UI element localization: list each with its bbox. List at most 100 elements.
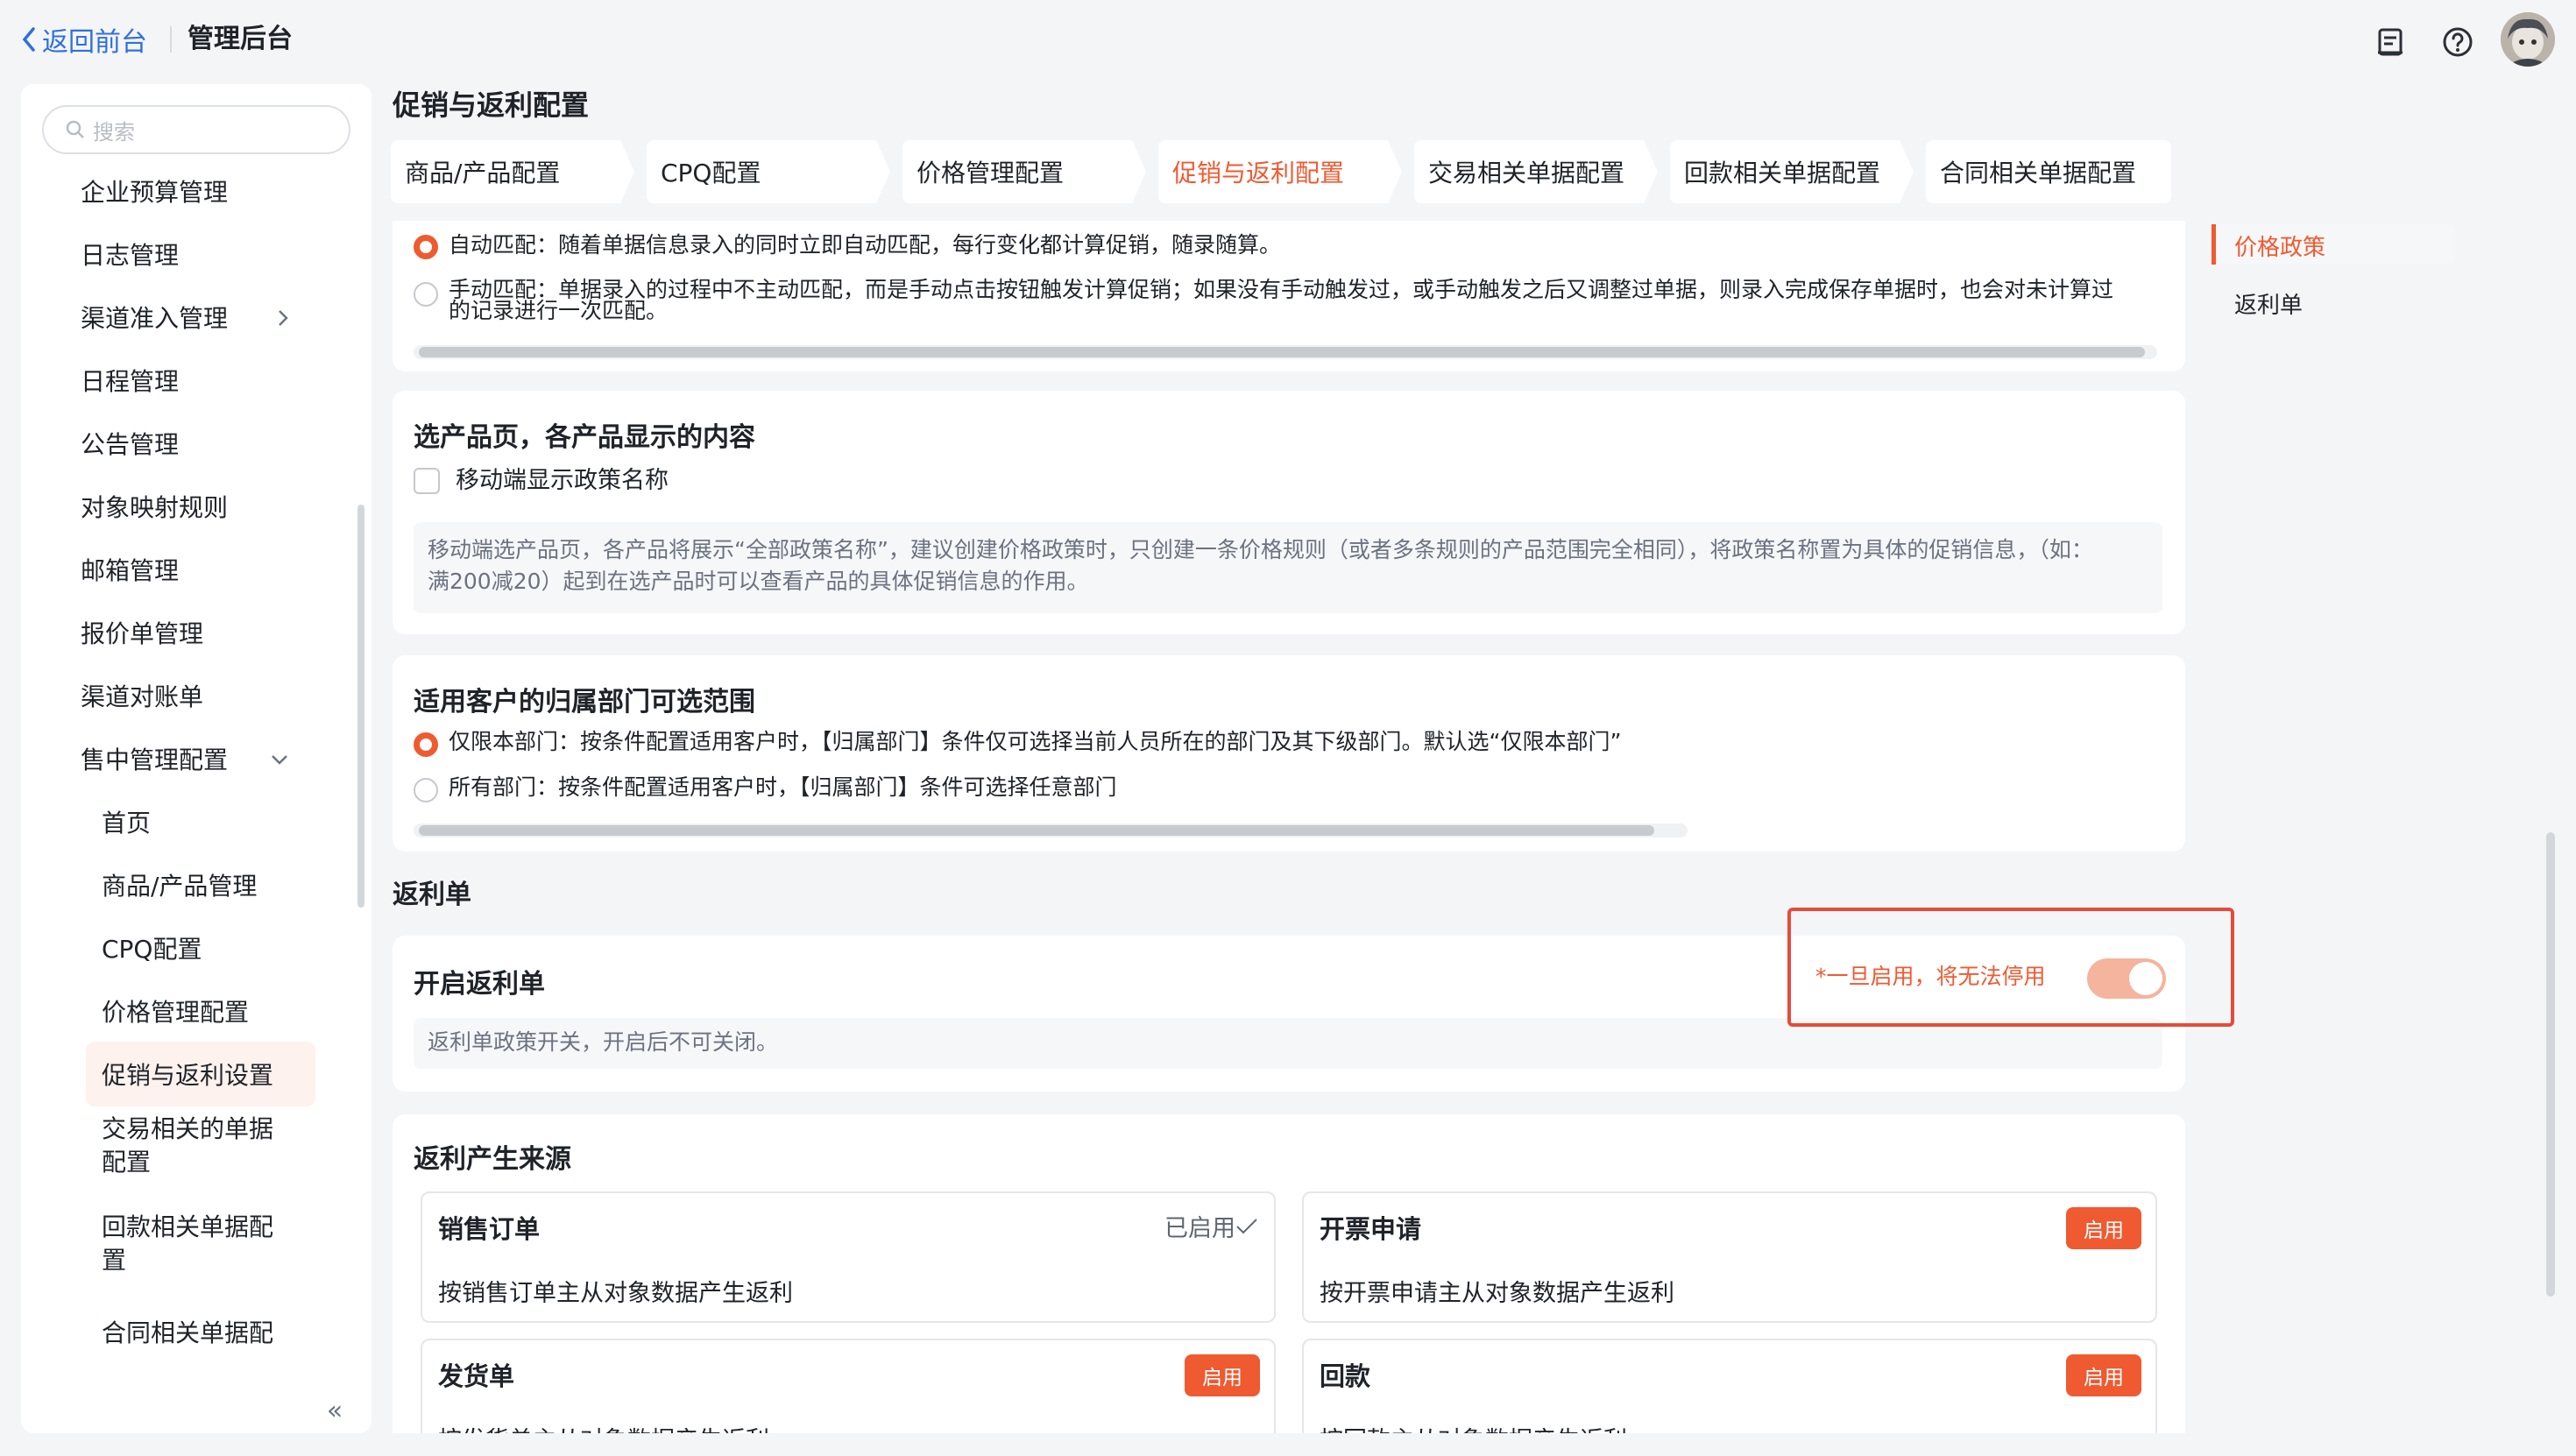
sidebar-subitem-price[interactable]: 价格管理配置 <box>21 983 354 1039</box>
scroll-thumb[interactable] <box>419 825 1654 836</box>
sidebar-subitem-cpq[interactable]: CPQ配置 <box>21 920 354 976</box>
sidebar-item-label: 日志管理 <box>81 241 180 270</box>
source-card-sales-order: 销售订单 已启用 按销售订单主从对象数据产生返利 <box>421 1191 1276 1323</box>
card-title: 开启返利单 <box>414 969 545 1000</box>
tab-promotion-rebate-config[interactable]: 促销与返利配置 <box>1158 140 1402 203</box>
sidebar-item-label: 公告管理 <box>81 430 180 459</box>
auto-match-radio[interactable] <box>414 235 438 259</box>
source-desc: 按销售订单主从对象数据产生返利 <box>438 1280 793 1307</box>
checkbox-label: 移动端显示政策名称 <box>456 467 669 494</box>
enable-button[interactable]: 启用 <box>2066 1354 2141 1396</box>
sidebar-item-label: 企业预算管理 <box>81 178 229 207</box>
sidebar-item-label: 渠道对账单 <box>81 682 204 711</box>
enable-button[interactable]: 启用 <box>1185 1354 1260 1396</box>
chevron-down-icon <box>272 755 287 765</box>
tab-label: 价格管理配置 <box>916 159 1065 187</box>
anchor-rebate[interactable]: 返利单 <box>2234 287 2303 320</box>
enable-rebate-toggle[interactable] <box>2087 958 2166 999</box>
sidebar-item-object-mapping[interactable]: 对象映射规则 <box>21 478 354 534</box>
anchor-price-policy[interactable]: 价格政策 <box>2234 230 2325 262</box>
back-to-frontend-link[interactable]: 返回前台 <box>21 19 147 60</box>
manual-match-label-line1: 手动匹配：单据录入的过程中不主动匹配，而是手动点击按钮触发计算促销；如果没有手动… <box>449 277 2114 302</box>
sidebar-item-label: 置 <box>102 1246 127 1275</box>
user-avatar-icon <box>2501 12 2555 67</box>
own-dept-label: 仅限本部门：按条件配置适用客户时，【归属部门】条件仅可选择当前人员所在的部门及其… <box>449 729 1622 754</box>
all-dept-radio[interactable] <box>414 778 438 802</box>
main-scrollbar[interactable] <box>2546 832 2555 1297</box>
sidebar-item-quote[interactable]: 报价单管理 <box>21 604 354 661</box>
sidebar-subitem-contract-docs[interactable]: 合同相关单据配 <box>21 1304 354 1360</box>
source-desc: 按发货单主从对象数据产生返利 <box>438 1421 769 1433</box>
sidebar-item-channel-statement[interactable]: 渠道对账单 <box>21 668 354 724</box>
sidebar-item-budget[interactable]: 企业预算管理 <box>21 163 354 219</box>
tab-price-config[interactable]: 价格管理配置 <box>902 140 1146 203</box>
avatar[interactable] <box>2501 12 2555 67</box>
sidebar-item-label: CPQ配置 <box>102 935 202 964</box>
auto-match-label: 自动匹配：随着单据信息录入的同时立即自动匹配，每行变化都计算促销，随录随算。 <box>449 232 1282 258</box>
tab-label: CPQ配置 <box>661 159 761 187</box>
card-title: 选产品页，各产品显示的内容 <box>414 422 755 453</box>
help-icon[interactable] <box>2441 25 2474 59</box>
sidebar-item-label: 邮箱管理 <box>81 556 180 585</box>
source-card-payment: 回款 启用 按回款主从对象数据产生返利 <box>1302 1339 2157 1433</box>
sidebar-item-channel-access[interactable]: 渠道准入管理 <box>21 289 354 345</box>
source-desc: 按回款主从对象数据产生返利 <box>1320 1421 1627 1433</box>
note-line: 移动端选产品页，各产品将展示“全部政策名称”，建议创建价格政策时，只创建一条价格… <box>428 537 2093 562</box>
sidebar-subitem-trade-docs[interactable]: 交易相关的单据 配置 <box>21 1111 354 1181</box>
horizontal-scrollbar[interactable] <box>414 345 2157 359</box>
collapse-sidebar-button[interactable]: « <box>315 1395 354 1426</box>
search-icon <box>66 120 84 138</box>
tab-product-config[interactable]: 商品/产品配置 <box>391 140 634 203</box>
source-desc: 按开票申请主从对象数据产生返利 <box>1320 1280 1674 1307</box>
scroll-thumb[interactable] <box>419 347 2145 357</box>
source-card-delivery: 发货单 启用 按发货单主从对象数据产生返利 <box>421 1339 1276 1433</box>
tab-label: 促销与返利配置 <box>1172 159 1345 187</box>
info-note: 移动端选产品页，各产品将展示“全部政策名称”，建议创建价格政策时，只创建一条价格… <box>414 522 2162 613</box>
tab-cpq-config[interactable]: CPQ配置 <box>647 140 890 203</box>
sidebar-item-label: 合同相关单据配 <box>102 1318 274 1347</box>
manual-match-radio[interactable] <box>414 282 438 307</box>
sidebar-subitem-promotion-rebate[interactable]: 促销与返利设置 <box>21 1046 354 1102</box>
app-title: 管理后台 <box>188 24 293 54</box>
department-scope-card: 适用客户的归属部门可选范围 仅限本部门：按条件配置适用客户时，【归属部门】条件仅… <box>393 655 2185 852</box>
top-bar: 返回前台 管理后台 <box>0 0 2576 79</box>
sidebar-subitem-payment-docs[interactable]: 回款相关单据配置 <box>21 1209 354 1279</box>
sidebar-item-log[interactable]: 日志管理 <box>21 226 354 282</box>
sidebar-item-label: 报价单管理 <box>81 619 204 648</box>
match-mode-card: 自动匹配：随着单据信息录入的同时立即自动匹配，每行变化都计算促销，随录随算。 手… <box>393 221 2185 371</box>
sidebar-item-label: 交易相关的单据 <box>102 1114 274 1143</box>
sidebar-item-announcement[interactable]: 公告管理 <box>21 415 354 471</box>
sidebar-item-in-sale-config[interactable]: 售中管理配置 <box>21 731 354 787</box>
anchor-active-indicator <box>2212 224 2216 265</box>
manual-match-label-line2: 的记录进行一次匹配。 <box>449 298 669 323</box>
page-title: 促销与返利配置 <box>393 88 590 122</box>
chevron-left-icon <box>22 27 35 52</box>
document-icon[interactable] <box>2374 26 2406 58</box>
tab-payment-docs-config[interactable]: 回款相关单据配置 <box>1670 140 1914 203</box>
toggle-knob <box>2129 962 2162 995</box>
enable-warning-text: *一旦启用，将无法停用 <box>1815 964 2046 989</box>
tab-contract-docs-config[interactable]: 合同相关单据配置 <box>1926 140 2171 203</box>
enable-button[interactable]: 启用 <box>2066 1207 2141 1249</box>
sidebar-subitem-product[interactable]: 商品/产品管理 <box>21 857 354 913</box>
sidebar-item-label: 售中管理配置 <box>81 746 229 774</box>
back-link-label: 返回前台 <box>42 27 147 58</box>
tab-label: 合同相关单据配置 <box>1940 159 2137 187</box>
sidebar-item-label: 回款相关单据配 <box>102 1212 274 1241</box>
sidebar-scrollbar[interactable] <box>357 505 364 908</box>
rebate-sources-card: 返利产生来源 销售订单 已启用 按销售订单主从对象数据产生返利 开票申请 启用 … <box>393 1114 2185 1433</box>
mobile-show-policy-checkbox[interactable] <box>414 468 440 494</box>
sidebar-item-schedule[interactable]: 日程管理 <box>21 352 354 408</box>
sidebar-search-input[interactable]: 搜索 <box>42 105 350 154</box>
sidebar-item-label: 首页 <box>102 809 152 838</box>
tab-trade-docs-config[interactable]: 交易相关单据配置 <box>1414 140 1658 203</box>
own-dept-radio[interactable] <box>414 732 438 757</box>
enabled-status: 已启用 <box>1164 1209 1258 1243</box>
card-title: 适用客户的归属部门可选范围 <box>414 687 755 717</box>
sidebar-subitem-home[interactable]: 首页 <box>21 794 354 850</box>
sidebar-item-mailbox[interactable]: 邮箱管理 <box>21 541 354 597</box>
horizontal-scrollbar[interactable] <box>414 823 1688 838</box>
sidebar-item-label: 价格管理配置 <box>102 998 250 1027</box>
sidebar-item-label: 对象映射规则 <box>81 493 229 522</box>
source-title: 开票申请 <box>1320 1214 1422 1244</box>
